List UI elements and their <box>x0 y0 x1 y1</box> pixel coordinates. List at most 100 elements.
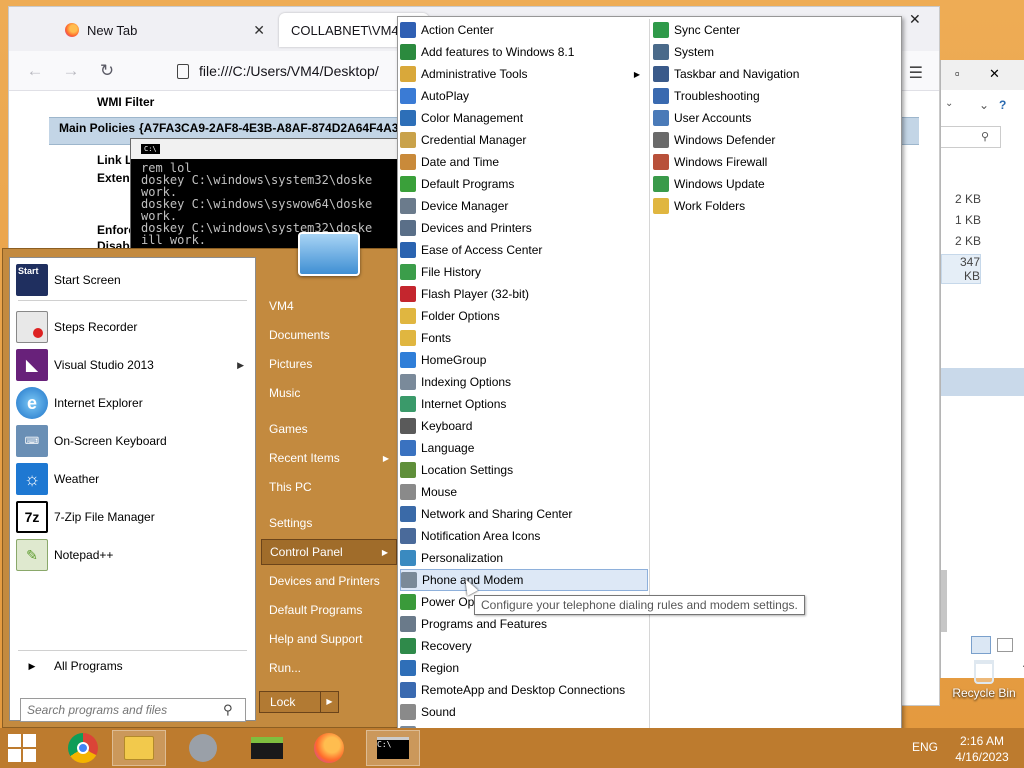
details-view-icon[interactable] <box>971 636 991 654</box>
start-right-help-support[interactable]: Help and Support <box>261 626 397 652</box>
cp-item-action-center[interactable]: Action Center <box>400 19 648 41</box>
cp-item-file-history[interactable]: File History <box>400 261 648 283</box>
cp-item-taskbar-and-navigation[interactable]: Taskbar and Navigation <box>653 63 899 85</box>
start-item-on-screen-keyboard[interactable]: ⌨ On-Screen Keyboard <box>16 423 252 459</box>
start-right-music[interactable]: Music <box>261 380 397 406</box>
taskbar-app[interactable] <box>176 730 230 766</box>
search-box[interactable]: ⚲ <box>941 126 1001 148</box>
cp-item-sync-center[interactable]: Sync Center <box>653 19 899 41</box>
cp-item-autoplay[interactable]: AutoPlay <box>400 85 648 107</box>
start-item-notepad-plus-plus[interactable]: ✎ Notepad++ <box>16 537 252 573</box>
cp-item-language[interactable]: Language <box>400 437 648 459</box>
cp-item-recovery[interactable]: Recovery <box>400 635 648 657</box>
cp-item-windows-update[interactable]: Windows Update <box>653 173 899 195</box>
url-bar[interactable]: file:///C:/Users/VM4/Desktop/ <box>177 57 407 85</box>
large-icons-view-icon[interactable] <box>997 638 1013 652</box>
start-item-start-screen[interactable]: Start Start Screen <box>16 262 252 298</box>
start-right-pictures[interactable]: Pictures <box>261 351 397 377</box>
cp-item-mouse[interactable]: Mouse <box>400 481 648 503</box>
start-right-run[interactable]: Run... <box>261 655 397 681</box>
cp-item-keyboard[interactable]: Keyboard <box>400 415 648 437</box>
cp-item-date-and-time[interactable]: Date and Time <box>400 151 648 173</box>
window-close-icon[interactable]: ✕ <box>989 66 1000 82</box>
language-indicator[interactable]: ENG <box>912 740 938 754</box>
chevron-down-icon[interactable]: ⌄ <box>945 98 953 109</box>
cp-item-location-settings[interactable]: Location Settings <box>400 459 648 481</box>
start-item-internet-explorer[interactable]: e Internet Explorer <box>16 385 252 421</box>
taskbar-command-prompt[interactable]: C:\ <box>366 730 420 766</box>
recycle-bin[interactable]: Recycle Bin <box>944 660 1024 700</box>
search-input[interactable] <box>27 703 217 717</box>
search-icon[interactable]: ⚲ <box>223 702 233 718</box>
steps-recorder-icon <box>16 311 48 343</box>
all-programs-button[interactable]: ▶ All Programs <box>16 654 252 678</box>
window-close-icon[interactable]: ✕ <box>909 11 921 28</box>
start-right-default-programs[interactable]: Default Programs <box>261 597 397 623</box>
shutdown-options-arrow-icon[interactable]: ▶ <box>320 692 338 712</box>
windows-start-icon[interactable] <box>8 734 38 762</box>
start-right-user[interactable]: VM4 <box>261 293 397 319</box>
cp-item-region[interactable]: Region <box>400 657 648 679</box>
cp-item-sound[interactable]: Sound <box>400 701 648 723</box>
cp-item-internet-options[interactable]: Internet Options <box>400 393 648 415</box>
cp-item-flash-player-32-bit[interactable]: Flash Player (32-bit) <box>400 283 648 305</box>
start-right-devices-printers[interactable]: Devices and Printers <box>261 568 397 594</box>
cp-item-windows-defender[interactable]: Windows Defender <box>653 129 899 151</box>
help-icon[interactable]: ? <box>999 98 1006 112</box>
taskbar-file-explorer[interactable] <box>112 730 166 766</box>
start-item-weather[interactable]: ☼ Weather <box>16 461 252 497</box>
cp-item-devices-and-printers[interactable]: Devices and Printers <box>400 217 648 239</box>
cp-item-folder-options[interactable]: Folder Options <box>400 305 648 327</box>
folder-options-icon <box>400 308 416 324</box>
taskbar-firefox[interactable] <box>302 730 356 766</box>
maximize-icon[interactable]: ▫ <box>955 66 960 81</box>
cp-item-network-and-sharing-center[interactable]: Network and Sharing Center <box>400 503 648 525</box>
hamburger-menu-icon[interactable]: ☰ <box>909 63 923 83</box>
cp-item-label: RemoteApp and Desktop Connections <box>421 683 626 697</box>
cp-item-notification-area-icons[interactable]: Notification Area Icons <box>400 525 648 547</box>
start-item-steps-recorder[interactable]: Steps Recorder <box>16 309 252 345</box>
cp-item-windows-firewall[interactable]: Windows Firewall <box>653 151 899 173</box>
cp-item-color-management[interactable]: Color Management <box>400 107 648 129</box>
cp-item-work-folders[interactable]: Work Folders <box>653 195 899 217</box>
start-right-this-pc[interactable]: This PC <box>261 474 397 500</box>
start-menu: Start Start Screen Steps Recorder ◣ Visu… <box>2 248 398 728</box>
cp-item-add-features-to-windows-8-1[interactable]: Add features to Windows 8.1 <box>400 41 648 63</box>
start-item-visual-studio[interactable]: ◣ Visual Studio 2013 ▶ <box>16 347 252 383</box>
cp-item-default-programs[interactable]: Default Programs <box>400 173 648 195</box>
start-right-settings[interactable]: Settings <box>261 510 397 536</box>
forward-arrow-icon[interactable]: → <box>53 61 89 81</box>
cp-item-phone-and-modem[interactable]: Phone and Modem <box>400 569 648 591</box>
close-icon[interactable]: ✕ <box>253 22 265 39</box>
start-right-label: Documents <box>269 328 330 342</box>
cp-item-label: Mouse <box>421 485 458 499</box>
cp-item-homegroup[interactable]: HomeGroup <box>400 349 648 371</box>
cp-item-device-manager[interactable]: Device Manager <box>400 195 648 217</box>
cp-item-administrative-tools[interactable]: Administrative Tools ▶ <box>400 63 648 85</box>
cp-item-ease-of-access-center[interactable]: Ease of Access Center <box>400 239 648 261</box>
scrollbar-thumb[interactable] <box>941 570 947 632</box>
cp-item-programs-and-features[interactable]: Programs and Features <box>400 613 648 635</box>
cp-item-indexing-options[interactable]: Indexing Options <box>400 371 648 393</box>
start-item-7zip[interactable]: 7z 7-Zip File Manager <box>16 499 252 535</box>
reload-icon[interactable]: ↻ <box>89 61 125 81</box>
cp-item-troubleshooting[interactable]: Troubleshooting <box>653 85 899 107</box>
start-right-control-panel[interactable]: Control Panel ▶ <box>261 539 397 565</box>
cp-item-fonts[interactable]: Fonts <box>400 327 648 349</box>
cp-item-system[interactable]: System <box>653 41 899 63</box>
tab-new-tab[interactable]: New Tab ✕ <box>53 13 277 47</box>
cp-item-credential-manager[interactable]: Credential Manager <box>400 129 648 151</box>
cp-item-personalization[interactable]: Personalization <box>400 547 648 569</box>
cp-item-remoteapp-and-desktop-connections[interactable]: RemoteApp and Desktop Connections <box>400 679 648 701</box>
taskbar-terminal[interactable] <box>240 730 294 766</box>
cp-item-user-accounts[interactable]: User Accounts <box>653 107 899 129</box>
lock-button[interactable]: Lock ▶ <box>259 691 339 713</box>
taskbar-chrome[interactable] <box>56 730 110 766</box>
clock[interactable]: 2:16 AM 4/16/2023 <box>950 733 1014 765</box>
start-right-documents[interactable]: Documents <box>261 322 397 348</box>
start-right-recent-items[interactable]: Recent Items ▶ <box>261 445 397 471</box>
start-right-games[interactable]: Games <box>261 416 397 442</box>
back-arrow-icon[interactable]: ← <box>17 61 53 81</box>
expand-ribbon-icon[interactable]: ⌄ <box>979 98 989 112</box>
start-search-box[interactable]: ⚲ <box>20 698 246 722</box>
